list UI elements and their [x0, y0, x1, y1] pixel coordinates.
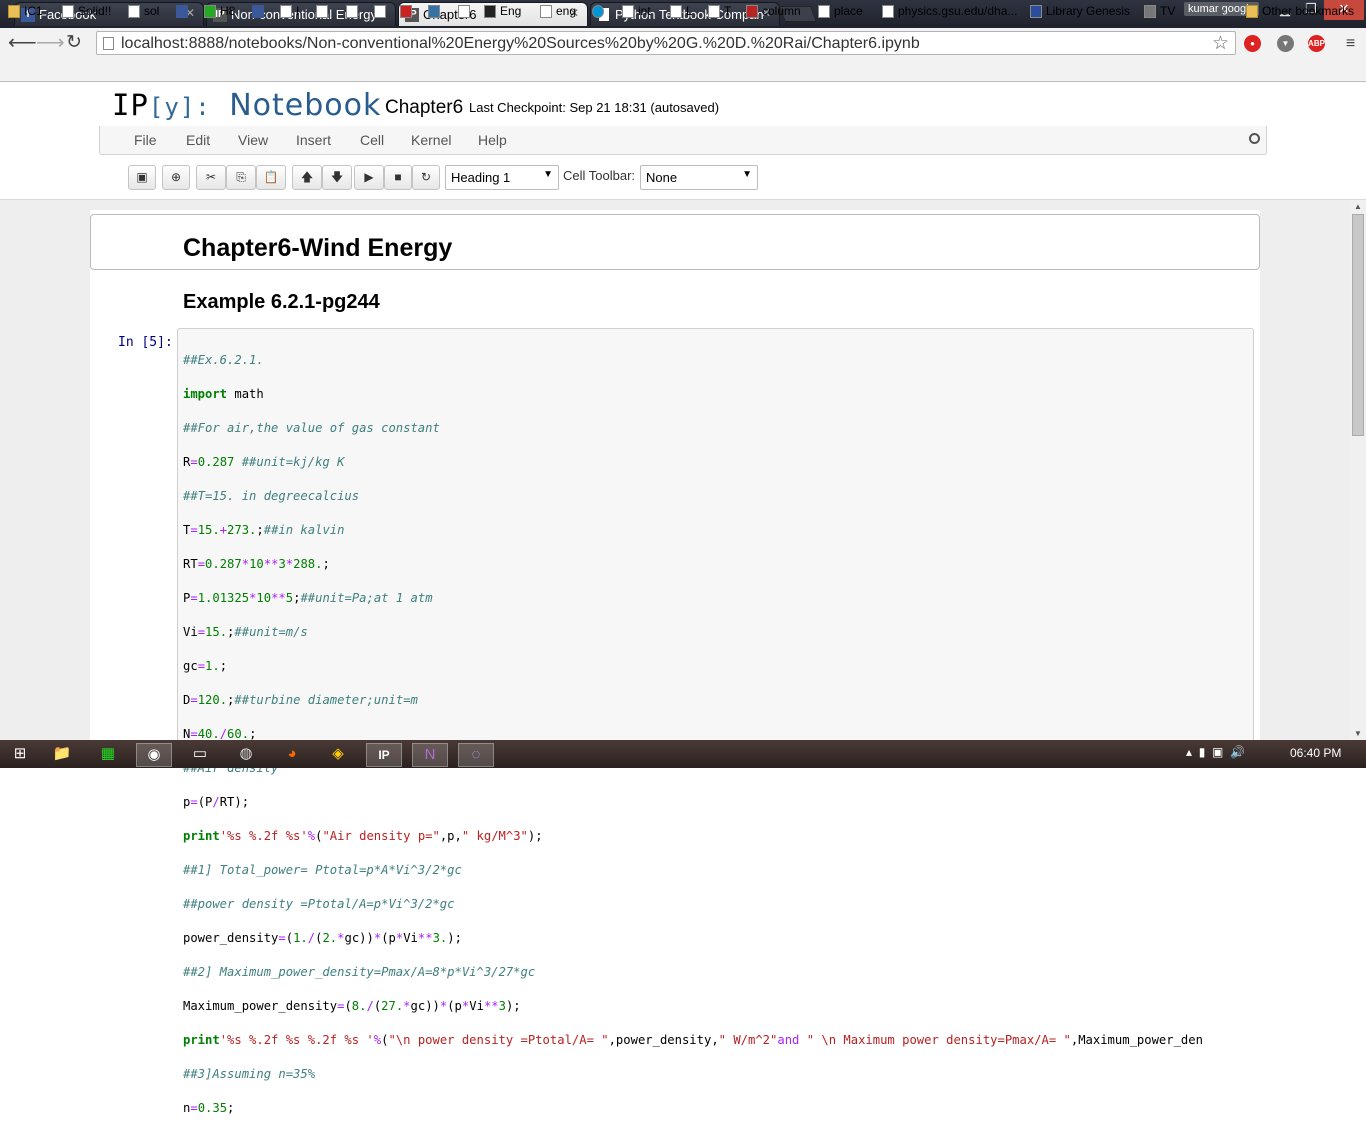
bookmark-item[interactable]: T — [708, 4, 731, 18]
code-line: n=0.35; — [183, 1101, 235, 1115]
code-line: Vi=15.;##unit=m/s — [183, 625, 308, 639]
bookmark-item[interactable]: physics.gsu.edu/dha... — [882, 4, 1017, 18]
input-prompt: In [5]: — [118, 335, 173, 350]
code-line: D=120.;##turbine diameter;unit=m — [183, 693, 418, 707]
code-line: gc=1.; — [183, 659, 228, 673]
menu-file[interactable]: File — [134, 132, 157, 148]
cell-type-select[interactable]: Heading 1 ▼ — [445, 165, 559, 190]
bookmark-item[interactable]: sol — [128, 4, 159, 18]
bookmark-item[interactable]: place — [818, 4, 863, 18]
code-line: ##Ex.6.2.1. — [183, 353, 264, 367]
bookmark-item[interactable]: column — [746, 4, 801, 18]
shield-icon[interactable]: ▼ — [1277, 35, 1294, 52]
bookmark-item[interactable]: L — [670, 4, 693, 18]
address-bar[interactable]: localhost:8888/notebooks/Non-conventiona… — [96, 31, 1236, 55]
cut-icon[interactable]: ✂ — [196, 165, 226, 190]
forward-arrow-icon[interactable]: ⟶ — [36, 33, 65, 53]
code-line: print'%s %.2f %s %.2f %s '%("\n power de… — [183, 1033, 1203, 1047]
bookmark-item[interactable]: I — [280, 4, 299, 18]
code-line: T=15.+273.;##in kalvin — [183, 523, 345, 537]
reload-icon[interactable]: ↻ — [66, 33, 82, 53]
move-down-icon[interactable]: 🡇 — [322, 165, 352, 190]
scroll-down-icon[interactable]: ▼ — [1354, 729, 1362, 738]
firefox-icon[interactable]: ◕ — [274, 743, 310, 767]
code-line: ##2] Maximum_power_density=Pmax/A=8*p*Vi… — [183, 965, 536, 979]
file-explorer-icon[interactable]: 📁 — [44, 743, 80, 767]
ipython-icon[interactable]: IP — [366, 743, 402, 767]
chrome-icon[interactable]: ◉ — [136, 743, 172, 767]
calculator-icon[interactable]: ▦ — [90, 743, 126, 767]
clock[interactable]: 06:40 PM — [1290, 746, 1341, 760]
code-line: ##3]Assuming n=35% — [183, 1067, 316, 1081]
system-tray-icons[interactable]: ▴ ▮ ▣ 🔊 — [1186, 745, 1245, 759]
code-line: RT=0.287*10**3*288.; — [183, 557, 330, 571]
other-bookmarks[interactable]: Other bookmarks — [1246, 4, 1354, 18]
back-arrow-icon[interactable]: ⟵ — [8, 33, 37, 53]
code-line: ##For air,the value of gas constant — [183, 421, 440, 435]
code-line: P=1.01325*10**5;##unit=Pa;at 1 atm — [183, 591, 433, 605]
extension-icon[interactable]: ● — [1244, 35, 1261, 52]
onenote-icon[interactable]: N — [412, 743, 448, 767]
menu-kernel[interactable]: Kernel — [411, 132, 451, 148]
scrollbar-thumb[interactable] — [1352, 214, 1364, 436]
bookmark-item[interactable]: H8 — [204, 4, 235, 18]
menu-cell[interactable]: Cell — [360, 132, 384, 148]
app-icon[interactable]: ◈ — [320, 743, 356, 767]
code-line: ##1] Total_power= Ptotal=p*A*Vi^3/2*gc — [183, 863, 462, 877]
run-icon[interactable]: ▶ — [354, 165, 384, 190]
bookmarks-bar — [0, 58, 1366, 82]
cell-toolbar-select[interactable]: None ▼ — [640, 165, 758, 190]
heading-2[interactable]: Example 6.2.1-pg244 — [183, 291, 380, 314]
ipython-logo[interactable]: IP[y]: Notebook — [112, 88, 381, 123]
notebook-name[interactable]: Chapter6 — [385, 97, 463, 119]
app-icon[interactable]: ◌ — [458, 743, 494, 767]
bookmark-item[interactable]: int — [622, 4, 651, 18]
bookmark-item[interactable]: Solid!! — [62, 4, 111, 18]
app-icon[interactable]: ◍ — [228, 743, 264, 767]
code-line: ##T=15. in degreecalcius — [183, 489, 360, 503]
bookmark-item[interactable]: Library Genesis — [1030, 4, 1130, 18]
bookmark-item[interactable]: IC1 — [8, 4, 43, 18]
stop-icon[interactable]: ■ — [384, 165, 412, 190]
move-up-icon[interactable]: 🡅 — [292, 165, 322, 190]
bookmarks-overflow[interactable]: » — [1218, 4, 1225, 18]
code-editor[interactable]: ##Ex.6.2.1. import math ##For air,the va… — [183, 335, 1203, 1134]
scroll-up-icon[interactable]: ▲ — [1354, 202, 1362, 211]
page-icon — [103, 37, 114, 50]
menu-edit[interactable]: Edit — [186, 132, 210, 148]
vertical-scrollbar[interactable]: ▲ ▼ — [1350, 200, 1366, 740]
code-line: p=(P/RT); — [183, 795, 250, 809]
menu-bar: File Edit View Insert Cell Kernel Help — [99, 126, 1267, 155]
code-line: power_density=(1./(2.*gc))*(p*Vi**3.); — [183, 931, 462, 945]
bookmark-item[interactable]: eng — [540, 4, 576, 18]
windows-start-icon[interactable]: ⊞ — [2, 743, 38, 767]
restart-icon[interactable]: ↻ — [412, 165, 440, 190]
code-line: Maximum_power_density=(8./(27.*gc))*(p*V… — [183, 999, 521, 1013]
kernel-status-icon — [1249, 133, 1260, 144]
url-text: localhost:8888/notebooks/Non-conventiona… — [121, 35, 920, 52]
copy-icon[interactable]: ⎘ — [226, 165, 256, 190]
code-line: import math — [183, 387, 264, 401]
menu-view[interactable]: View — [238, 132, 268, 148]
code-line: print'%s %.2f %s'%("Air density p=",p," … — [183, 829, 543, 843]
bookmark-item[interactable]: Eng — [484, 4, 521, 18]
bookmark-star-icon[interactable]: ☆ — [1212, 32, 1229, 55]
menu-insert[interactable]: Insert — [296, 132, 331, 148]
dropdown-arrow-icon: ▼ — [742, 169, 752, 180]
insert-cell-icon[interactable]: ⊕ — [162, 165, 190, 190]
dropdown-arrow-icon: ▼ — [543, 169, 553, 180]
terminal-icon[interactable]: ▭ — [182, 743, 218, 767]
checkpoint-status: Last Checkpoint: Sep 21 18:31 (autosaved… — [469, 100, 720, 115]
code-line: ##power density =Ptotal/A=p*Vi^3/2*gc — [183, 897, 455, 911]
save-icon[interactable]: ▣ — [128, 165, 156, 190]
bookmark-item[interactable]: TV — [1144, 4, 1175, 18]
cell-toolbar-label: Cell Toolbar: — [563, 168, 636, 183]
menu-help[interactable]: Help — [478, 132, 507, 148]
menu-icon[interactable]: ≡ — [1342, 35, 1359, 52]
code-line: R=0.287 ##unit=kj/kg K — [183, 455, 345, 469]
paste-icon[interactable]: 📋 — [256, 165, 286, 190]
heading-1[interactable]: Chapter6-Wind Energy — [183, 234, 452, 263]
adblock-icon[interactable]: ABP — [1308, 35, 1325, 52]
